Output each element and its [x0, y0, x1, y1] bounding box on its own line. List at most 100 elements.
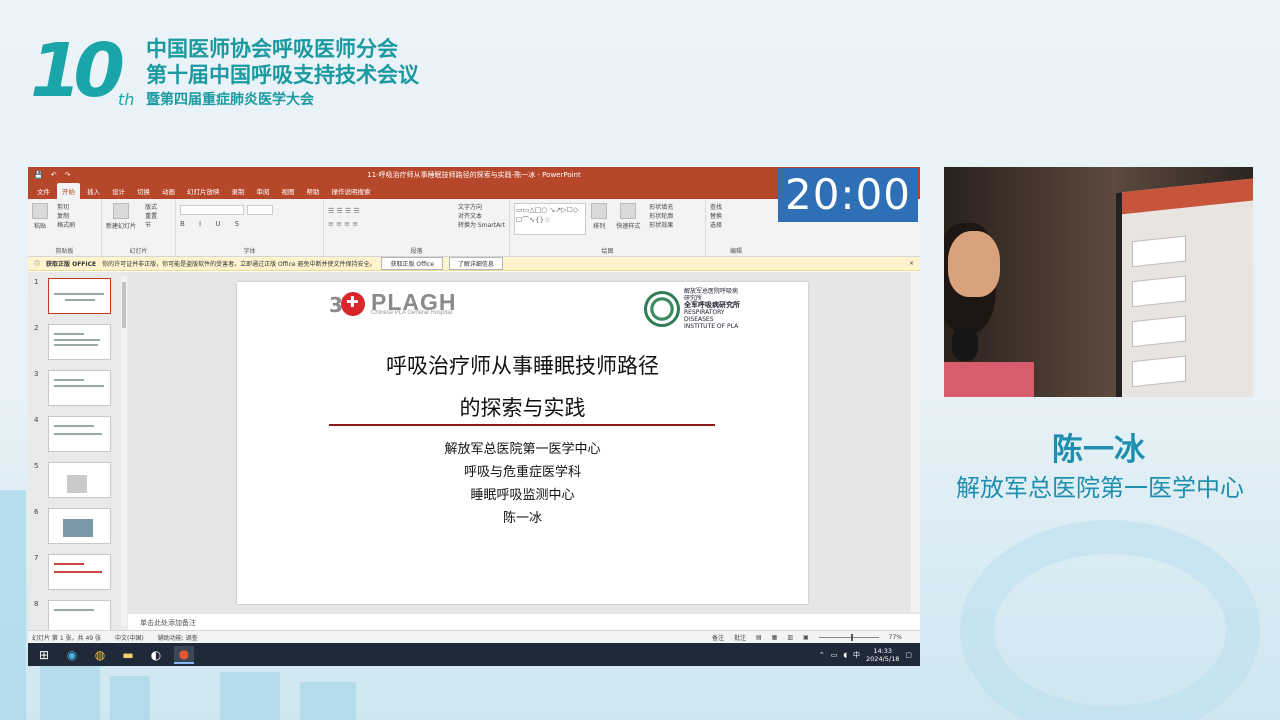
network-icon[interactable]: ▭: [831, 651, 838, 659]
shape-fill-button[interactable]: 形状填充: [649, 203, 673, 212]
section-button[interactable]: 节: [145, 221, 157, 230]
group-label: 段落: [410, 248, 423, 255]
body-line: 解放军总医院第一医学中心: [444, 442, 601, 457]
edge-icon[interactable]: ◉: [62, 646, 82, 664]
new-slide-icon: [113, 203, 129, 219]
tab-view[interactable]: 视图: [277, 183, 300, 199]
tab-record[interactable]: 录制: [227, 183, 250, 199]
close-icon[interactable]: ×: [909, 260, 914, 267]
powerpoint-taskbar-icon[interactable]: ●: [174, 645, 194, 664]
cut-button[interactable]: 剪切: [57, 203, 75, 212]
replace-button[interactable]: 替换: [710, 212, 762, 221]
slide-thumbnail[interactable]: [48, 600, 111, 630]
logo-suffix: th: [118, 90, 135, 109]
get-genuine-button[interactable]: 获取正版 Office: [381, 257, 443, 270]
tab-help[interactable]: 帮助: [302, 183, 325, 199]
body-line: 陈一冰: [502, 511, 542, 526]
learn-more-button[interactable]: 了解详细信息: [448, 257, 503, 270]
slideshow-view-icon[interactable]: ▣: [803, 634, 809, 641]
layout-button[interactable]: 版式: [145, 203, 157, 212]
reading-view-icon[interactable]: ▥: [787, 634, 793, 641]
ribbon-group-clipboard: 粘贴 剪切 复制 格式刷 剪贴板: [28, 199, 102, 256]
clock[interactable]: 14:33 2024/5/18: [866, 647, 899, 663]
accessibility-status[interactable]: 辅助功能: 调查: [158, 633, 198, 642]
thumbnail-number: 6: [34, 508, 39, 516]
comments-toggle[interactable]: 批注: [734, 633, 746, 642]
seal-line2: 全军呼吸病研究所: [684, 301, 740, 309]
find-button[interactable]: 查找: [710, 203, 762, 212]
speaker-face: [948, 231, 1000, 297]
tell-me-search[interactable]: 操作说明搜索: [327, 183, 376, 199]
arrange-icon: [591, 203, 608, 219]
new-slide-button[interactable]: 新建幻灯片: [106, 203, 136, 230]
volume-icon[interactable]: ◖: [843, 651, 847, 659]
bg-building: [0, 490, 26, 720]
conference-logo: 10 th: [30, 28, 140, 114]
seal-emblem-icon: [644, 291, 680, 327]
tab-animations[interactable]: 动画: [157, 183, 180, 199]
shape-effects-button[interactable]: 形状效果: [649, 221, 673, 230]
slide-thumbnail[interactable]: [48, 324, 111, 360]
tab-slideshow[interactable]: 幻灯片放映: [182, 183, 225, 199]
slide-thumbnail[interactable]: [48, 462, 111, 498]
zoom-slider[interactable]: [818, 633, 879, 641]
file-explorer-icon[interactable]: ▬: [118, 646, 138, 664]
slide-thumbnail[interactable]: [48, 278, 111, 314]
slide-canvas[interactable]: 3 PLAGH Chinese PLA General Hospital 解放军…: [237, 282, 808, 604]
thumbnail-scrollbar[interactable]: [121, 276, 127, 626]
group-label: 字体: [243, 248, 256, 255]
notes-pane[interactable]: 单击此处添加备注: [128, 614, 920, 630]
zoom-level[interactable]: 77%: [889, 634, 902, 641]
text-direction-button[interactable]: 文字方向: [458, 203, 505, 212]
reset-button[interactable]: 重置: [145, 212, 157, 221]
bg-building: [220, 672, 280, 720]
align-text-button[interactable]: 对齐文本: [458, 212, 505, 221]
shape-outline-button[interactable]: 形状轮廓: [649, 212, 673, 221]
ime-indicator[interactable]: 中: [853, 650, 860, 660]
font-name-select[interactable]: [180, 205, 244, 215]
chrome-icon[interactable]: ◍: [90, 646, 110, 664]
ribbon-group-drawing: ▭▭△□○ ↘↗▷☐◇ ☐⌒∿{}☆ 排列 快速样式 形状填充 形状轮廓 形状效…: [510, 199, 706, 256]
quick-styles-button[interactable]: 快速样式: [616, 203, 640, 230]
paste-button[interactable]: 粘贴: [32, 203, 48, 230]
normal-view-icon[interactable]: ▤: [756, 634, 762, 641]
copy-button[interactable]: 复制: [57, 212, 75, 221]
arrange-button[interactable]: 排列: [591, 203, 608, 230]
tab-file[interactable]: 文件: [32, 183, 55, 199]
sorter-view-icon[interactable]: ▦: [772, 634, 778, 641]
speaker-organization: 解放军总医院第一医学中心: [956, 474, 1244, 502]
tab-transitions[interactable]: 切换: [132, 183, 155, 199]
tab-design[interactable]: 设计: [107, 183, 130, 199]
tab-insert[interactable]: 插入: [82, 183, 105, 199]
font-format-icons[interactable]: B I U S: [180, 220, 319, 228]
slide-thumbnail[interactable]: [48, 370, 111, 406]
app-icon[interactable]: ◐: [146, 646, 166, 664]
system-tray: ⌃ ▭ ◖ 中 14:33 2024/5/18 ▢: [819, 647, 920, 663]
slide-scrollbar[interactable]: [911, 272, 920, 612]
institute-seal: 解放军总医院呼吸病研究所 全军呼吸病研究所 RESPIRATORY DISEAS…: [644, 288, 740, 330]
smartart-button[interactable]: 转换为 SmartArt: [458, 221, 505, 230]
tab-review[interactable]: 审阅: [252, 183, 275, 199]
slide-thumbnail[interactable]: [48, 508, 111, 544]
license-notification: ⓘ 获取正版 OFFICE 你的许可证并非正版，你可能是盗版软件的受害者。立即通…: [28, 257, 920, 271]
notification-title: 获取正版 OFFICE: [46, 261, 97, 268]
clock-date: 2024/5/18: [866, 654, 900, 663]
language-indicator[interactable]: 中文(中国): [115, 633, 144, 642]
format-painter-button[interactable]: 格式刷: [57, 221, 75, 230]
thumbnail-number: 2: [34, 324, 39, 332]
windows-taskbar: ⊞ ◉ ◍ ▬ ◐ ● ⌃ ▭ ◖ 中 14:33 2024/5/18 ▢: [28, 643, 920, 666]
group-label: 剪贴板: [55, 248, 74, 255]
slide-count: 幻灯片 第 1 张，共 49 张: [32, 634, 101, 642]
tray-chevron-icon[interactable]: ⌃: [819, 651, 825, 659]
countdown-timer: 20:00: [778, 168, 918, 222]
notes-toggle[interactable]: 备注: [712, 633, 724, 642]
font-size-select[interactable]: [247, 205, 273, 215]
shapes-gallery[interactable]: ▭▭△□○ ↘↗▷☐◇ ☐⌒∿{}☆: [514, 203, 586, 235]
slide-thumbnail[interactable]: [48, 554, 111, 590]
select-button[interactable]: 选择: [710, 221, 762, 230]
seal-line1: 解放军总医院呼吸病研究所: [684, 288, 739, 302]
notification-icon[interactable]: ▢: [905, 651, 912, 659]
slide-thumbnail[interactable]: [48, 416, 111, 452]
start-icon[interactable]: ⊞: [34, 646, 54, 664]
tab-home[interactable]: 开始: [57, 183, 80, 199]
